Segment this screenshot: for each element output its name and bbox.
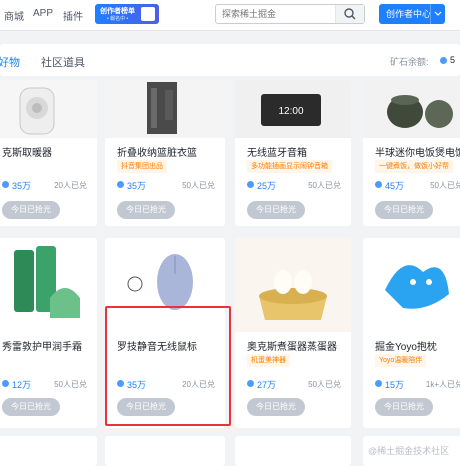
product-card[interactable]: 罗技静音无线鼠标 35万 20人已兑 今日已抢光 (105, 238, 225, 428)
product-card[interactable]: 掘金Yoyo抱枕 Yoyo温暖陪伴 15万 1k+人已兑 今日已抢光 (363, 238, 460, 428)
ore-icon (117, 380, 124, 387)
product-name: 折叠收纳篮脏衣篮 (117, 148, 197, 159)
svg-text:12:00: 12:00 (278, 106, 303, 117)
search-icon (344, 8, 356, 20)
search-box (215, 4, 365, 24)
sold-out-button[interactable]: 今日已抢光 (247, 201, 305, 219)
nav-plugin-link[interactable]: 插件 (63, 8, 83, 23)
redeemed-count: 50人已兑 (308, 181, 341, 190)
search-input[interactable] (216, 5, 334, 23)
nav-app-link[interactable]: APP (33, 8, 53, 19)
product-price: 35万 (127, 380, 147, 390)
product-card[interactable] (235, 436, 351, 466)
product-image (0, 238, 97, 332)
sold-out-button[interactable]: 今日已抢光 (117, 201, 175, 219)
product-name: 秀雷敦护甲润手霜 (2, 342, 82, 353)
product-price: 35万 (127, 181, 147, 191)
ore-icon (2, 380, 9, 387)
ore-balance-label: 矿石余额: (390, 57, 429, 67)
creator-dropdown-toggle[interactable] (430, 4, 445, 24)
product-card[interactable]: 奥克斯煮蛋器蒸蛋器 机蛋美神器 27万 50人已兑 今日已抢光 (235, 238, 351, 428)
top-bar: 商城 APP 插件 创作者榜单 • 報名中 • 创作者中心 (0, 0, 460, 31)
product-image (0, 80, 97, 138)
product-card[interactable]: 折叠收纳篮脏衣篮 抖音集团出品 35万 50人已兑 今日已抢光 (105, 80, 225, 226)
ore-balance-value: 5 (450, 55, 456, 65)
product-image (105, 80, 225, 138)
ore-icon (440, 57, 447, 64)
product-tag: 多功能插画显示闹钟音箱 (247, 160, 332, 173)
product-card[interactable] (105, 436, 225, 466)
sold-out-button[interactable]: 今日已抢光 (2, 398, 60, 416)
product-price: 27万 (257, 380, 277, 390)
ore-icon (117, 181, 124, 188)
tab-community-props[interactable]: 社区道具 (41, 54, 85, 70)
product-price: 15万 (385, 380, 405, 390)
redeemed-count: 50人已兑 (54, 380, 87, 389)
sold-out-button[interactable]: 今日已抢光 (375, 201, 433, 219)
redeemed-count: 1k+人已兑 (425, 380, 460, 389)
product-card[interactable]: 半球迷你电饭煲电饭锅 一键煮饭，做饭小好帮 45万 50人已兑 今日已抢光 (363, 80, 460, 226)
product-card[interactable]: 克斯取暖器 35万 20人已兑 今日已抢光 (0, 80, 97, 226)
nav-mall-link[interactable]: 商城 (4, 8, 24, 23)
product-card[interactable]: 秀雷敦护甲润手霜 12万 50人已兑 今日已抢光 (0, 238, 97, 428)
redeemed-count: 20人已兑 (54, 181, 87, 190)
redeemed-count: 20人已兑 (182, 380, 215, 389)
product-image (363, 238, 460, 332)
product-image: 12:00 (235, 80, 351, 138)
product-card[interactable]: 12:00 无线蓝牙音箱 多功能插画显示闹钟音箱 25万 50人已兑 今日已抢光 (235, 80, 351, 226)
product-image (363, 80, 460, 138)
chevron-down-icon (434, 11, 442, 16)
product-tag: 一键煮饭，做饭小好帮 (375, 160, 453, 173)
product-name: 罗技静音无线鼠标 (117, 342, 197, 353)
product-name: 奥克斯煮蛋器蒸蛋器 (247, 342, 337, 353)
product-price: 25万 (257, 181, 277, 191)
sold-out-button[interactable]: 今日已抢光 (117, 398, 175, 416)
promo-subtitle: • 報名中 • (107, 16, 129, 22)
sold-out-button[interactable]: 今日已抢光 (2, 201, 60, 219)
product-price: 45万 (385, 181, 405, 191)
product-name: 半球迷你电饭煲电饭锅 (375, 148, 460, 159)
creator-ranking-banner[interactable]: 创作者榜单 • 報名中 • (95, 4, 159, 24)
product-image (235, 238, 351, 332)
product-image (105, 238, 225, 332)
product-tag: 抖音集团出品 (117, 160, 167, 173)
product-name: 克斯取暖器 (2, 148, 52, 159)
trophy-icon (141, 7, 155, 21)
tab-goods[interactable]: 好物 (0, 54, 20, 70)
product-tag: Yoyo温暖陪伴 (375, 354, 427, 367)
product-card[interactable] (0, 436, 97, 466)
ore-icon (247, 380, 254, 387)
redeemed-count: 50人已兑 (182, 181, 215, 190)
creator-center-label: 创作者中心 (386, 9, 432, 19)
ore-icon (375, 181, 382, 188)
ore-icon (247, 181, 254, 188)
product-name: 掘金Yoyo抱枕 (375, 342, 437, 353)
ore-icon (375, 380, 382, 387)
product-price: 35万 (12, 181, 32, 191)
redeemed-count: 50人已兑 (430, 181, 460, 190)
shop-tabs: 好物 社区道具 矿石余额: 5 (0, 44, 460, 76)
ore-icon (2, 181, 9, 188)
creator-center-button[interactable]: 创作者中心 (379, 4, 445, 24)
watermark: @稀土掘金技术社区 (368, 446, 450, 456)
product-name: 无线蓝牙音箱 (247, 148, 307, 159)
search-button[interactable] (335, 5, 364, 23)
sold-out-button[interactable]: 今日已抢光 (247, 398, 305, 416)
sold-out-button[interactable]: 今日已抢光 (375, 398, 433, 416)
product-price: 12万 (12, 380, 32, 390)
product-tag: 机蛋美神器 (247, 354, 290, 367)
redeemed-count: 50人已兑 (308, 380, 341, 389)
